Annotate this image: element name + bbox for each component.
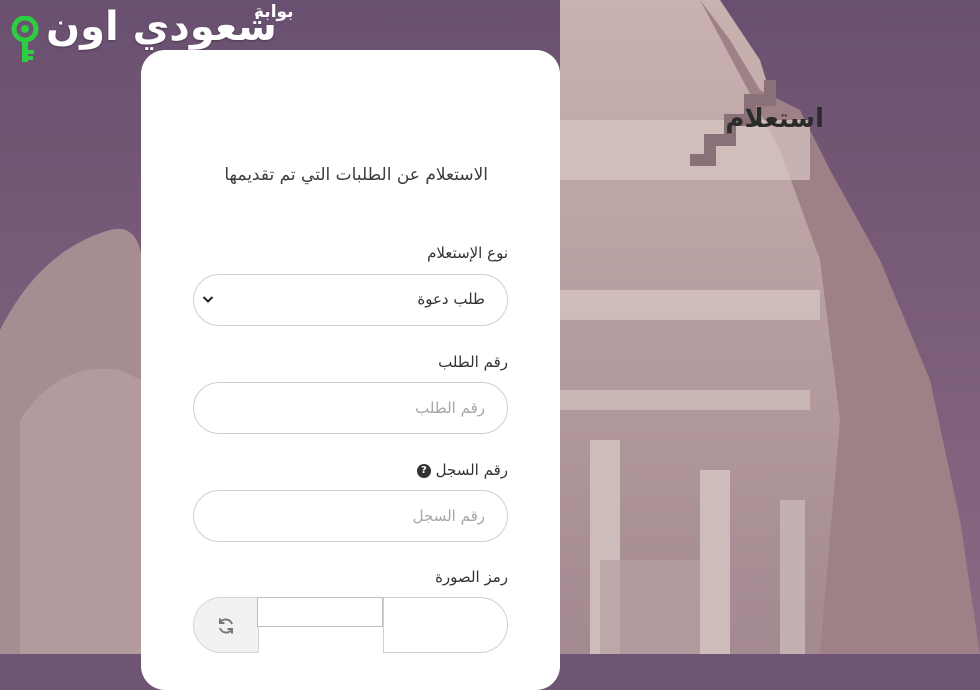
captcha-label: رمز الصورة (435, 568, 508, 586)
request-number-input[interactable] (193, 382, 508, 434)
help-icon[interactable]: ? (416, 463, 431, 478)
captcha-image (257, 597, 443, 627)
key-icon (11, 16, 39, 62)
captcha-row (193, 597, 508, 653)
inquiry-type-select[interactable]: طلب دعوة (193, 274, 508, 326)
inquiry-type-label: نوع الإستعلام (427, 244, 508, 262)
registry-number-input[interactable] (193, 490, 508, 542)
registry-number-label-row: رقم السجل ? (413, 461, 508, 479)
refresh-icon (219, 618, 233, 634)
inquiry-type-value: طلب دعوة (417, 290, 485, 308)
form-title: استعلام (725, 104, 824, 134)
captcha-input[interactable] (383, 597, 508, 653)
logo-subtext: بوابة (254, 2, 294, 22)
registry-number-label: رقم السجل (435, 461, 508, 479)
form-description: الاستعلام عن الطلبات التي تم تقديمها (224, 165, 488, 185)
logo-text: شعودي اون (46, 4, 277, 50)
chevron-down-icon (202, 296, 214, 303)
captcha-refresh-button[interactable] (193, 597, 259, 653)
request-number-label: رقم الطلب (438, 353, 508, 371)
